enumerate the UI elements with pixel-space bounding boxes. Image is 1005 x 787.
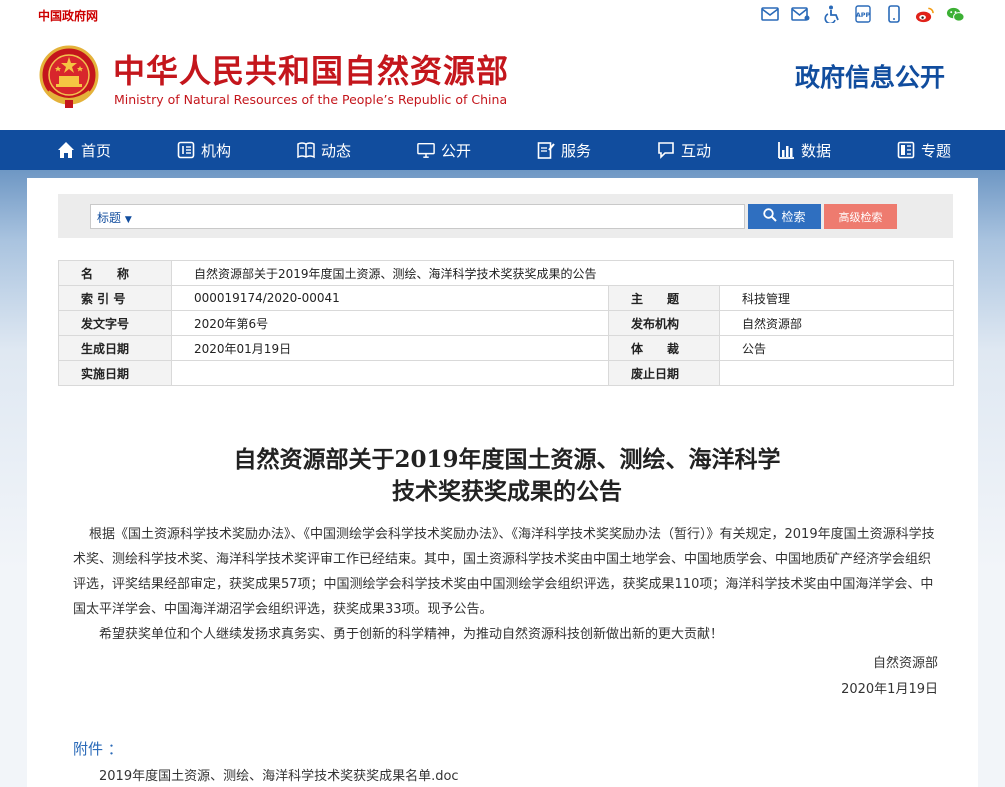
meta-label: 实施日期 xyxy=(58,360,172,386)
table-row: 生成日期 2020年01月19日 体 裁 公告 xyxy=(58,335,954,361)
monitor-icon xyxy=(417,141,435,159)
nav-label: 数据 xyxy=(801,141,832,160)
search-field-select[interactable]: 标题 ▼ xyxy=(97,209,132,226)
section-title: 政府信息公开 xyxy=(794,63,945,92)
book-icon xyxy=(297,141,315,159)
meta-label: 发文字号 xyxy=(58,310,172,336)
mobile-icon[interactable] xyxy=(884,5,903,23)
topic-icon xyxy=(897,141,915,159)
attachment-link[interactable]: 2019年度国土资源、测绘、海洋科学技术奖获奖成果名单.doc xyxy=(99,765,459,784)
national-emblem-icon xyxy=(38,44,100,110)
wechat-icon[interactable] xyxy=(946,5,965,23)
nav-label: 服务 xyxy=(561,141,592,160)
advanced-search-button[interactable]: 高级检索 xyxy=(824,204,897,229)
meta-value: 自然资源部关于2019年度国土资源、测绘、海洋科学技术奖获奖成果的公告 xyxy=(171,260,954,286)
article-paragraph: 希望获奖单位和个人继续发扬求真务实、勇于创新的科学精神，为推动自然资源科技创新做… xyxy=(99,627,724,642)
article-title-line: 自然资源部关于2019年度国土资源、测绘、海洋科学 xyxy=(233,446,781,473)
org-icon xyxy=(177,141,195,159)
nav-item-home[interactable]: 首页 xyxy=(57,130,111,170)
nav-label: 首页 xyxy=(81,141,112,160)
table-row: 实施日期 废止日期 xyxy=(58,360,954,386)
nav-label: 公开 xyxy=(441,141,472,160)
meta-value xyxy=(719,360,954,386)
article-signature: 自然资源部 xyxy=(872,656,938,671)
chat-icon xyxy=(657,141,675,159)
meta-label: 发布机构 xyxy=(608,310,720,336)
meta-value: 2020年第6号 xyxy=(171,310,609,336)
accessibility-icon[interactable] xyxy=(822,5,841,23)
mail-icon[interactable] xyxy=(760,5,779,23)
home-icon xyxy=(57,141,75,159)
email-icon[interactable] xyxy=(791,5,810,23)
article-date: 2020年1月19日 xyxy=(841,682,938,697)
meta-value: 2020年01月19日 xyxy=(171,335,609,361)
site-title-en: Ministry of Natural Resources of the Peo… xyxy=(114,92,508,107)
nav-item-topic[interactable]: 专题 xyxy=(897,130,951,170)
chevron-down-icon: ▼ xyxy=(124,215,132,225)
nav-label: 动态 xyxy=(321,141,352,160)
meta-label: 生成日期 xyxy=(58,335,172,361)
meta-label: 主 题 xyxy=(608,285,720,311)
table-row: 发文字号 2020年第6号 发布机构 自然资源部 xyxy=(58,310,954,336)
svg-text:APP: APP xyxy=(855,11,870,19)
meta-value: 公告 xyxy=(719,335,954,361)
meta-value: 自然资源部 xyxy=(719,310,954,336)
nav-item-service[interactable]: 服务 xyxy=(537,130,591,170)
search-icon xyxy=(763,208,778,225)
gov-portal-link[interactable]: 中国政府网 xyxy=(38,7,98,24)
article-paragraph: 根据《国土资源科学技术奖励办法》、《中国测绘学会科学技术奖励办法》、《海洋科学技… xyxy=(73,527,935,617)
search-button[interactable]: 检索 xyxy=(748,204,821,229)
meta-value xyxy=(171,360,609,386)
nav-item-interact[interactable]: 互动 xyxy=(657,130,711,170)
edit-icon xyxy=(537,141,555,159)
meta-label: 名 称 xyxy=(58,260,172,286)
main-nav: 首页 机构 动态 公开 服务 互动 数据 专题 xyxy=(0,130,1005,170)
nav-item-org[interactable]: 机构 xyxy=(177,130,231,170)
nav-label: 专题 xyxy=(921,141,952,160)
meta-label: 废止日期 xyxy=(608,360,720,386)
weibo-icon[interactable] xyxy=(915,5,934,23)
app-icon[interactable]: APP xyxy=(853,5,872,23)
chart-icon xyxy=(777,141,795,159)
document-meta-table: 名 称 自然资源部关于2019年度国土资源、测绘、海洋科学技术奖获奖成果的公告 … xyxy=(58,260,954,386)
nav-item-data[interactable]: 数据 xyxy=(777,130,831,170)
meta-label: 体 裁 xyxy=(608,335,720,361)
meta-value: 000019174/2020-00041 xyxy=(171,285,609,311)
table-row: 名 称 自然资源部关于2019年度国土资源、测绘、海洋科学技术奖获奖成果的公告 xyxy=(58,260,954,286)
nav-label: 互动 xyxy=(681,141,712,160)
meta-value: 科技管理 xyxy=(719,285,954,311)
article-title-line: 技术奖获奖成果的公告 xyxy=(392,478,622,505)
table-row: 索 引 号 000019174/2020-00041 主 题 科技管理 xyxy=(58,285,954,311)
site-header: 中华人民共和国自然资源部 Ministry of Natural Resourc… xyxy=(0,30,1005,130)
search-input[interactable] xyxy=(135,207,739,226)
meta-label: 索 引 号 xyxy=(58,285,172,311)
nav-item-news[interactable]: 动态 xyxy=(297,130,351,170)
top-bar: 中国政府网 APP xyxy=(0,0,1005,30)
nav-item-public[interactable]: 公开 xyxy=(417,130,471,170)
attachment-label: 附件 ： xyxy=(73,740,123,758)
article-title: 自然资源部关于2019年度国土资源、测绘、海洋科学 技术奖获奖成果的公告 xyxy=(160,444,854,508)
nav-label: 机构 xyxy=(201,141,232,160)
site-title-cn: 中华人民共和国自然资源部 xyxy=(113,52,510,90)
top-icon-group: APP xyxy=(760,5,965,23)
search-box: 标题 ▼ xyxy=(90,204,745,229)
